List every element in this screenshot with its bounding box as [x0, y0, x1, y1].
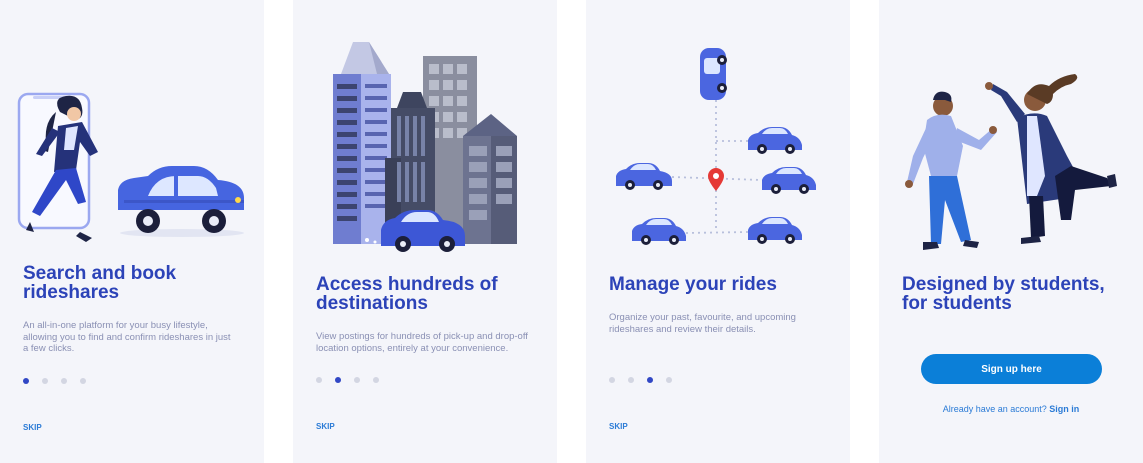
screen-title: Manage your rides	[609, 274, 777, 295]
page-dot-1[interactable]	[23, 378, 29, 384]
page-dot-3[interactable]	[61, 378, 67, 384]
page-indicator	[23, 378, 86, 386]
car-top	[700, 48, 727, 100]
onboarding-screen-destinations: Access hundreds of destinations View pos…	[293, 0, 557, 463]
skip-button[interactable]: SKIP	[609, 422, 628, 431]
page-dot-1[interactable]	[609, 377, 615, 383]
page-dot-2[interactable]	[335, 377, 341, 383]
city-skyline-illustration	[333, 42, 517, 252]
cars-map-illustration	[616, 48, 816, 245]
onboarding-screen-manage: Manage your rides Organize your past, fa…	[586, 0, 850, 463]
screen-description: An all-in-one platform for your busy lif…	[23, 320, 231, 354]
high-five-illustration	[905, 74, 1117, 250]
page-indicator	[609, 377, 672, 385]
page-dot-4[interactable]	[666, 377, 672, 383]
screen-title: Access hundreds of destinations	[316, 274, 498, 314]
skip-button[interactable]: SKIP	[23, 423, 42, 432]
phone-person-car-illustration	[17, 92, 244, 242]
screen-title: Search and book rideshares	[23, 263, 177, 303]
screen-description: Organize your past, favourite, and upcom…	[609, 312, 796, 335]
skip-button[interactable]: SKIP	[316, 422, 335, 431]
page-dot-4[interactable]	[80, 378, 86, 384]
screen-description: View postings for hundreds of pick-up an…	[316, 331, 528, 354]
screen-title: Designed by students, for students	[902, 274, 1105, 314]
onboarding-screen-signup: Designed by students, for students Sign …	[879, 0, 1143, 463]
page-dot-3[interactable]	[647, 377, 653, 383]
page-dot-4[interactable]	[373, 377, 379, 383]
page-dot-1[interactable]	[316, 377, 322, 383]
signin-prompt: Already have an account?	[942, 404, 1047, 414]
signin-link[interactable]: Sign in	[1049, 404, 1079, 414]
page-dot-2[interactable]	[42, 378, 48, 384]
page-indicator	[316, 377, 379, 385]
sign-up-button[interactable]: Sign up here	[921, 354, 1102, 384]
page-dot-3[interactable]	[354, 377, 360, 383]
map-pin-icon	[708, 168, 724, 191]
onboarding-screen-search: Search and book rideshares An all-in-one…	[0, 0, 264, 463]
signin-row: Already have an account? Sign in	[879, 404, 1143, 414]
page-dot-2[interactable]	[628, 377, 634, 383]
